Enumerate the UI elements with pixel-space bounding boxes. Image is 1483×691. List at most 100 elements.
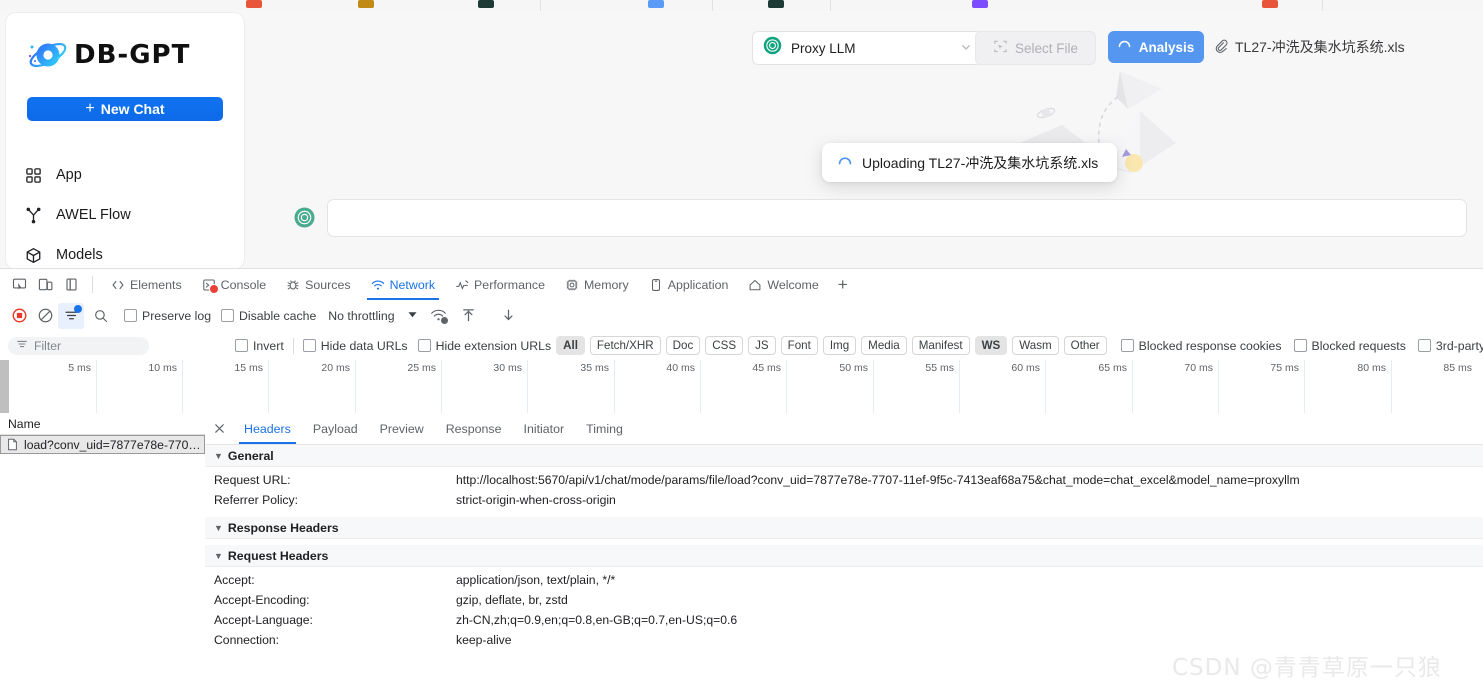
select-file-button[interactable]: Select File	[975, 31, 1096, 65]
type-chip-ws[interactable]: WS	[974, 336, 1008, 355]
tab-label: Elements	[130, 277, 182, 292]
browser-tab-favicon[interactable]	[972, 0, 988, 8]
general-rows: Request URL: http://localhost:5670/api/v…	[205, 467, 1483, 510]
tab-divider	[540, 0, 541, 11]
overview-tick	[700, 360, 701, 413]
llm-model-select[interactable]: Proxy LLM	[752, 31, 983, 65]
filter-input[interactable]: Filter	[8, 336, 149, 355]
openai-avatar-icon	[294, 207, 315, 228]
tab-performance[interactable]: Performance	[445, 269, 555, 300]
clear-circle-slash-icon[interactable]	[32, 303, 58, 329]
sidebar-item-awel-flow[interactable]: AWEL Flow	[6, 195, 244, 235]
inspect-element-icon[interactable]	[6, 272, 32, 298]
tab-network[interactable]: Network	[361, 269, 445, 300]
overview-left-handle[interactable]	[0, 360, 9, 413]
close-icon[interactable]	[205, 422, 233, 435]
detail-tab-headers[interactable]: Headers	[233, 413, 302, 444]
sidebar-item-models[interactable]: Models	[6, 235, 244, 268]
detail-tab-timing[interactable]: Timing	[575, 413, 634, 444]
request-name: load?conv_uid=7877e78e-770…	[24, 437, 201, 452]
network-overview-timeline[interactable]: 5 ms 10 ms 15 ms 20 ms 25 ms 30 ms 35 ms…	[0, 360, 1483, 414]
tab-console[interactable]: Console	[192, 269, 276, 300]
filter-settings-icon[interactable]	[58, 302, 84, 329]
select-file-icon	[993, 39, 1008, 57]
section-header-request-headers[interactable]: ▼ Request Headers	[205, 545, 1483, 567]
section-header-response-headers[interactable]: ▼ Response Headers	[205, 517, 1483, 539]
overview-tick-label: 10 ms	[148, 362, 177, 374]
uploaded-file-chip[interactable]: TL27-冲洗及集水坑系统.xls	[1214, 37, 1405, 57]
browser-tab-favicon[interactable]	[478, 0, 494, 8]
type-chip-other[interactable]: Other	[1063, 336, 1107, 355]
network-conditions-icon[interactable]	[426, 303, 452, 329]
hide-extension-urls-checkbox[interactable]: Hide extension URLs	[417, 339, 551, 353]
overview-tick	[959, 360, 960, 413]
disable-cache-checkbox[interactable]: Disable cache	[221, 309, 316, 323]
third-party-requests-checkbox[interactable]: 3rd-party requests	[1417, 338, 1483, 353]
browser-tab-favicon[interactable]	[358, 0, 374, 8]
type-chip-manifest[interactable]: Manifest	[911, 336, 970, 355]
header-row: Accept-Language: zh-CN,zh;q=0.9,en;q=0.8…	[205, 610, 1483, 630]
detail-tab-response[interactable]: Response	[435, 413, 513, 444]
request-list-header[interactable]: Name	[0, 413, 205, 435]
header-row: Referrer Policy: strict-origin-when-cros…	[205, 490, 1483, 510]
upload-arrow-icon[interactable]	[456, 303, 482, 329]
third-party-requests-label: 3rd-party requests	[1435, 338, 1483, 353]
browser-tab-favicon[interactable]	[768, 0, 784, 8]
filter-divider	[292, 337, 294, 354]
request-list-row[interactable]: load?conv_uid=7877e78e-770…	[0, 435, 205, 454]
type-chip-media[interactable]: Media	[861, 336, 907, 355]
record-stop-icon[interactable]	[6, 303, 32, 329]
search-icon[interactable]	[88, 303, 114, 329]
type-chip-doc[interactable]: Doc	[665, 336, 701, 355]
download-arrow-icon[interactable]	[496, 303, 522, 329]
tab-memory[interactable]: Memory	[555, 269, 639, 300]
tab-elements[interactable]: Elements	[101, 269, 192, 300]
browser-tab-favicon[interactable]	[648, 0, 664, 8]
detail-tab-payload[interactable]: Payload	[302, 413, 369, 444]
detail-tab-preview[interactable]: Preview	[369, 413, 435, 444]
type-chip-img[interactable]: Img	[822, 336, 857, 355]
sidebar-item-app[interactable]: App	[6, 155, 244, 195]
overview-tick-label: 45 ms	[752, 362, 781, 374]
sidebar-item-label: AWEL Flow	[56, 207, 131, 223]
type-chip-fetch-xhr[interactable]: Fetch/XHR	[589, 336, 661, 355]
type-chip-js[interactable]: JS	[748, 336, 776, 355]
request-list-pane: Name load?conv_uid=7877e78e-770…	[0, 413, 206, 691]
type-chip-all[interactable]: All	[556, 336, 585, 355]
blocked-response-cookies-label: Blocked response cookies	[1138, 338, 1282, 353]
tab-sources[interactable]: Sources	[276, 269, 360, 300]
preserve-log-checkbox[interactable]: Preserve log	[124, 309, 211, 323]
overview-tick	[182, 360, 183, 413]
tab-application[interactable]: Application	[639, 269, 739, 300]
request-headers-rows: Accept: application/json, text/plain, */…	[205, 567, 1483, 650]
blocked-response-cookies-checkbox[interactable]: Blocked response cookies	[1120, 338, 1282, 353]
add-tab-button[interactable]: +	[829, 276, 857, 293]
browser-tab-favicon[interactable]	[246, 0, 262, 8]
type-chip-css[interactable]: CSS	[705, 336, 744, 355]
blocked-requests-checkbox[interactable]: Blocked requests	[1293, 339, 1406, 353]
throttling-select[interactable]: No throttling	[328, 309, 417, 323]
header-value[interactable]: http://localhost:5670/api/v1/chat/mode/p…	[456, 473, 1300, 487]
chevron-down-icon	[960, 41, 972, 56]
invert-checkbox[interactable]: Invert	[235, 339, 284, 353]
hide-data-urls-checkbox[interactable]: Hide data URLs	[302, 339, 408, 353]
checkbox-icon	[417, 339, 431, 352]
device-toolbar-icon[interactable]	[32, 272, 58, 298]
checkbox-icon	[1417, 339, 1431, 352]
spinner-icon	[1118, 40, 1132, 54]
chat-input[interactable]	[327, 199, 1467, 237]
browser-tab-favicon[interactable]	[1262, 0, 1278, 8]
tab-welcome[interactable]: Welcome	[738, 269, 828, 300]
new-chat-button[interactable]: + New Chat	[27, 97, 223, 121]
overview-tick-label: 60 ms	[1011, 362, 1040, 374]
overview-tick-label: 5 ms	[68, 362, 91, 374]
sidebar-nav: App AWEL Flow Models	[6, 155, 244, 268]
tab-label: Memory	[583, 277, 629, 292]
overview-tick-label: 80 ms	[1357, 362, 1386, 374]
detail-tab-initiator[interactable]: Initiator	[513, 413, 576, 444]
dock-side-icon[interactable]	[58, 272, 84, 298]
type-chip-wasm[interactable]: Wasm	[1012, 336, 1059, 355]
analysis-button[interactable]: Analysis	[1108, 31, 1204, 63]
type-chip-font[interactable]: Font	[780, 336, 818, 355]
section-header-general[interactable]: ▼ General	[205, 445, 1483, 467]
